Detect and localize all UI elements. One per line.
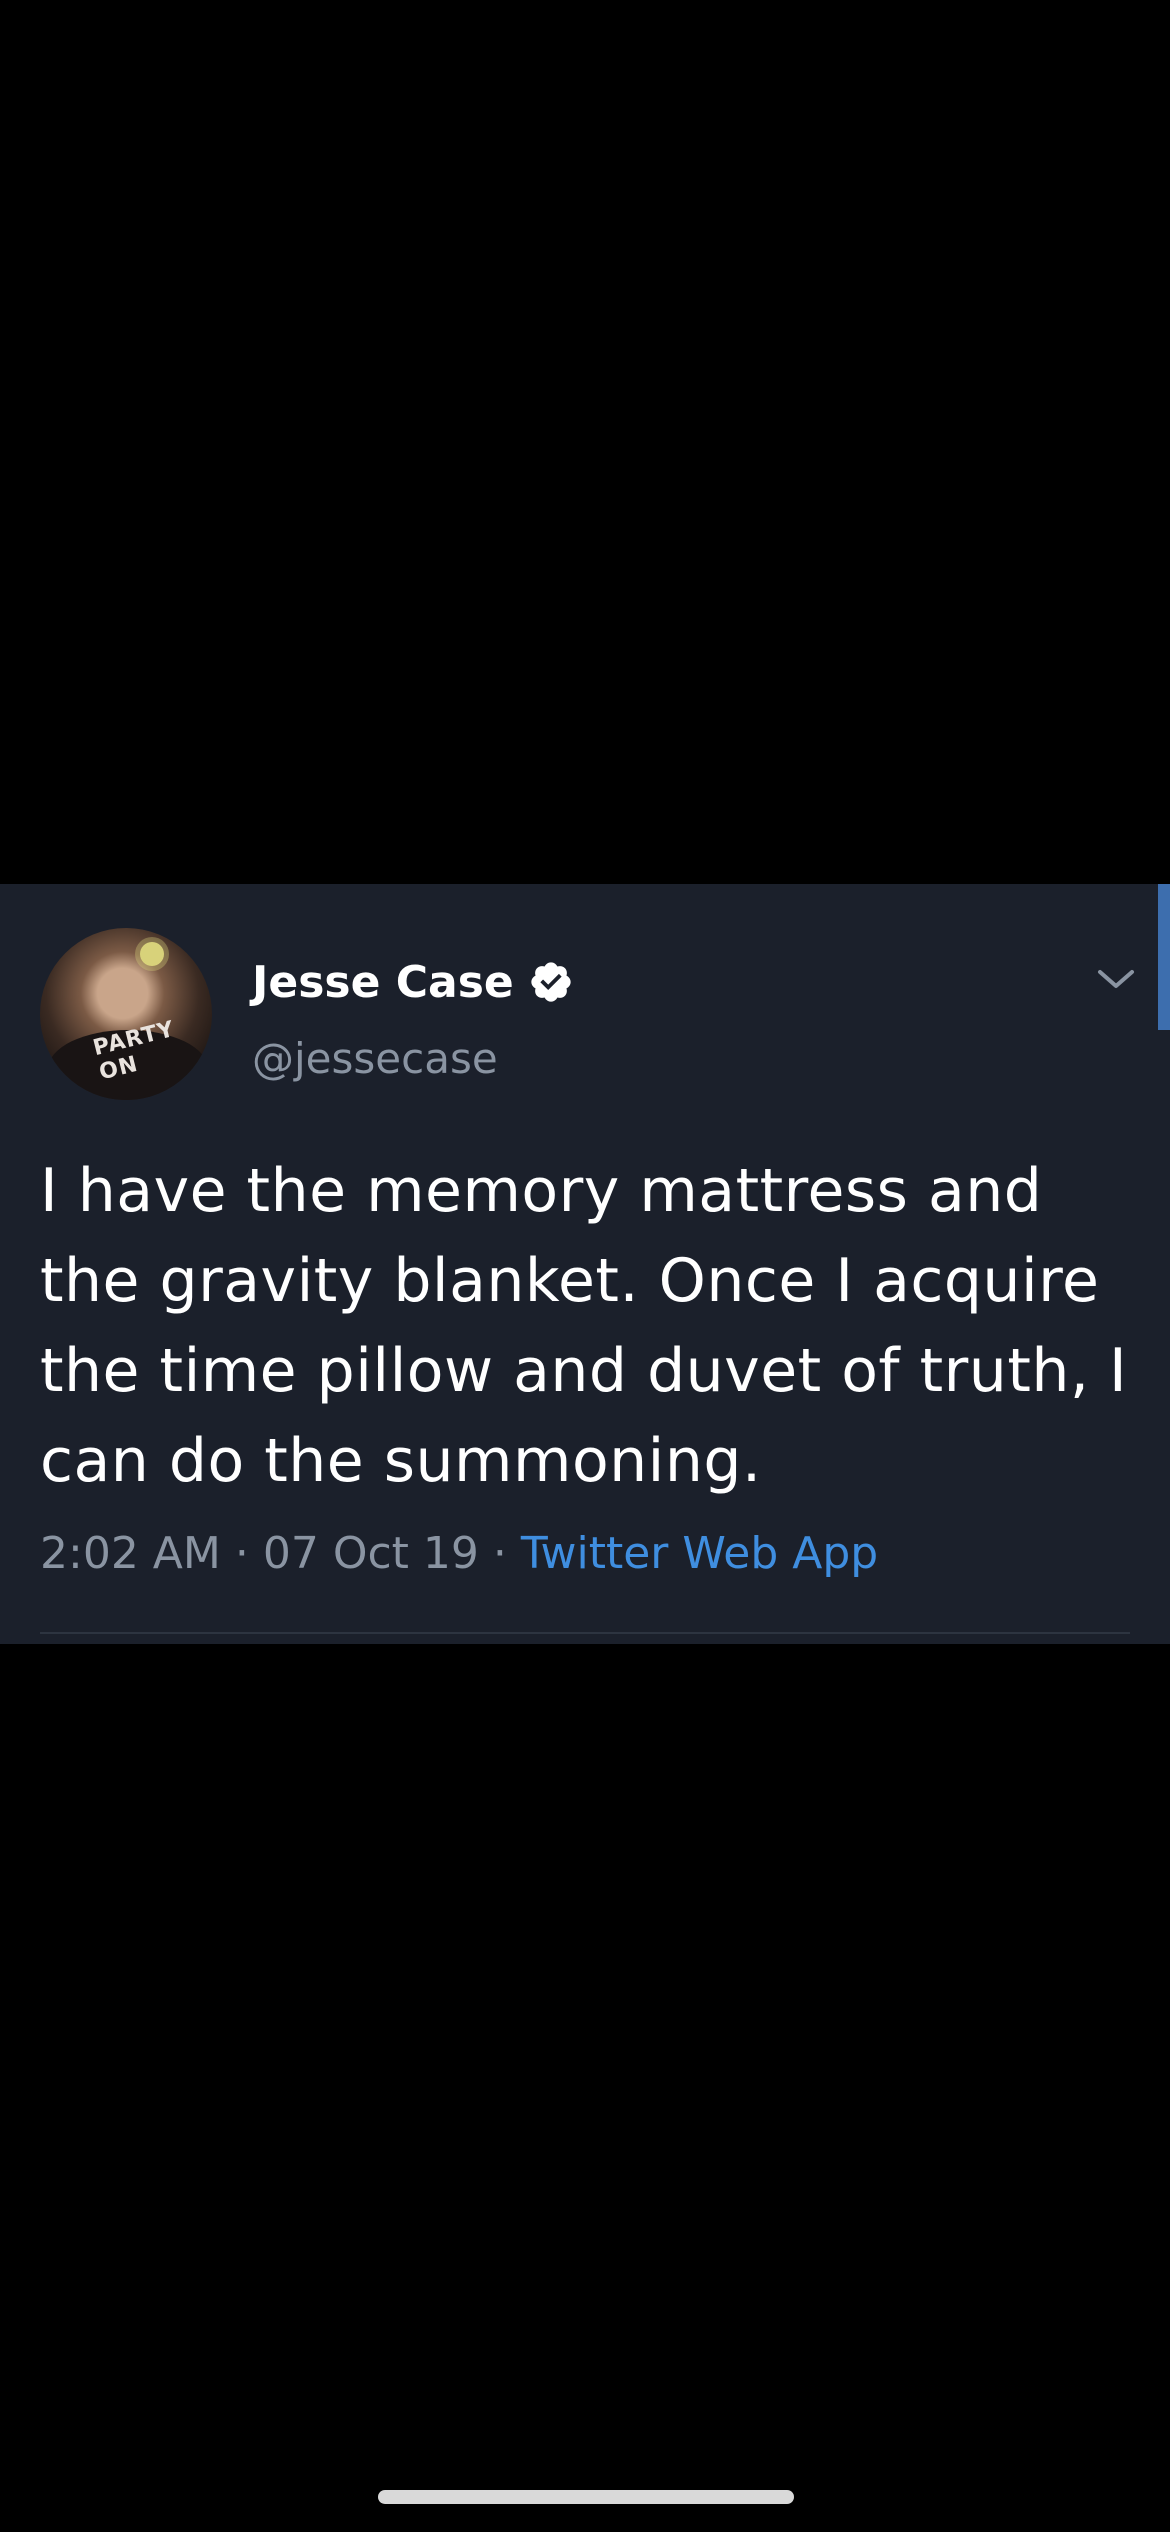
meta-separator: · bbox=[492, 1528, 507, 1579]
avatar[interactable]: PARTY ON bbox=[40, 928, 212, 1100]
chevron-down-icon[interactable] bbox=[1088, 960, 1144, 1000]
divider bbox=[40, 1632, 1130, 1634]
tweet-meta: 2:02 AM · 07 Oct 19 · Twitter Web App bbox=[40, 1528, 878, 1579]
verified-badge-icon bbox=[531, 962, 571, 1002]
avatar-flower bbox=[140, 942, 164, 966]
author-handle[interactable]: @jessecase bbox=[252, 1034, 498, 1083]
tweet-card: PARTY ON Jesse Case @jessecase I have th… bbox=[0, 884, 1170, 1644]
tweet-source-link[interactable]: Twitter Web App bbox=[521, 1528, 878, 1579]
tweet-date[interactable]: 07 Oct 19 bbox=[263, 1528, 479, 1579]
home-indicator[interactable] bbox=[378, 2490, 794, 2504]
author-display-name[interactable]: Jesse Case bbox=[252, 957, 514, 1008]
meta-separator: · bbox=[234, 1528, 249, 1579]
tweet-text: I have the memory mattress and the gravi… bbox=[40, 1156, 1128, 1496]
tweet-time[interactable]: 2:02 AM bbox=[40, 1528, 221, 1579]
scroll-indicator[interactable] bbox=[1158, 884, 1170, 1030]
author-name-row: Jesse Case bbox=[252, 952, 574, 1012]
